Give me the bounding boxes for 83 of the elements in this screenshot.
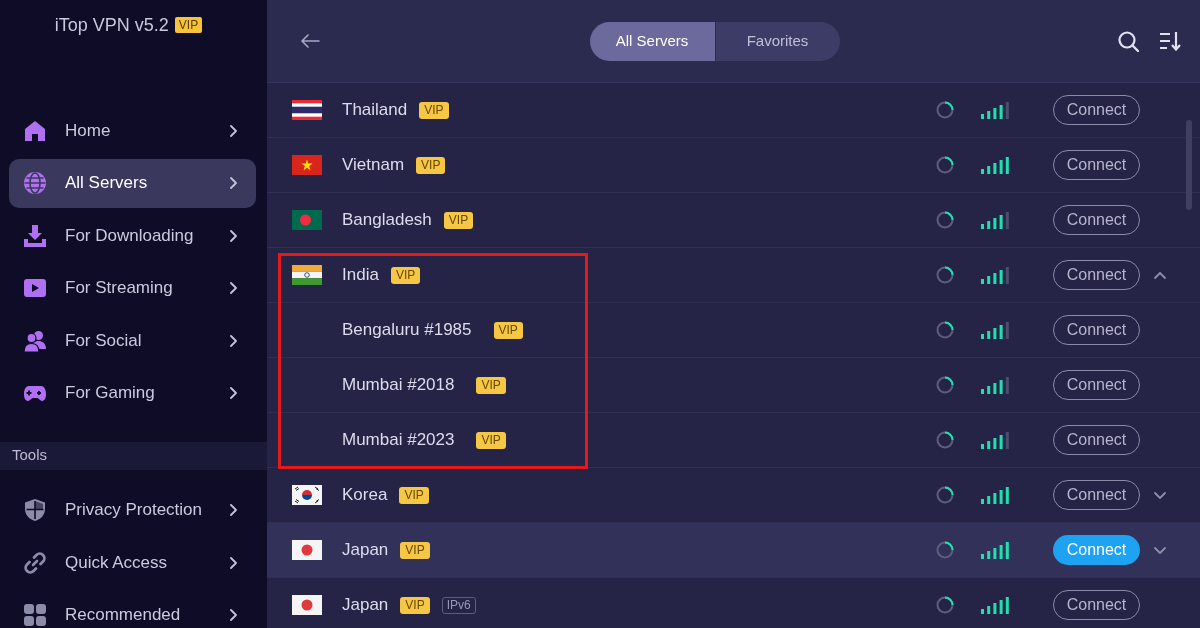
server-name: Korea bbox=[342, 484, 388, 507]
loading-ring-icon bbox=[936, 211, 954, 229]
vip-badge: VIP bbox=[476, 431, 506, 449]
server-name: Vietnam bbox=[342, 154, 405, 177]
chevron-right-icon bbox=[229, 609, 238, 621]
chevron-right-icon bbox=[229, 177, 238, 189]
chevron-right-icon bbox=[229, 556, 238, 569]
server-row[interactable]: Japan VIP IPv6 Connect bbox=[267, 578, 1200, 628]
server-name: India bbox=[342, 264, 379, 287]
tab[interactable]: All Servers bbox=[589, 21, 715, 61]
vip-badge: VIP bbox=[390, 266, 421, 284]
vip-badge: VIP bbox=[493, 321, 523, 339]
flag-icon bbox=[292, 100, 322, 120]
server-row[interactable]: Bangladesh VIP Connect bbox=[267, 193, 1200, 248]
loading-ring-icon bbox=[936, 431, 954, 449]
sidebar-item[interactable]: For Streaming bbox=[9, 263, 256, 313]
section-header: Tools bbox=[0, 441, 267, 470]
vip-badge: VIP bbox=[419, 101, 449, 119]
flag-icon bbox=[292, 595, 322, 615]
chevron-right-icon bbox=[229, 504, 238, 516]
sidebar-item[interactable]: Recommended bbox=[9, 590, 256, 628]
sidebar-item[interactable]: All Servers bbox=[9, 158, 256, 208]
home-icon bbox=[23, 118, 47, 143]
loading-ring-icon bbox=[936, 321, 954, 339]
vip-badge: VIP bbox=[174, 17, 203, 33]
server-row[interactable]: Mumbai #2023 VIP Connect bbox=[267, 413, 1200, 468]
server-row[interactable]: Thailand VIP Connect bbox=[267, 83, 1200, 138]
shield-icon bbox=[23, 498, 47, 522]
globe-icon bbox=[23, 171, 47, 195]
flag-icon bbox=[292, 155, 322, 175]
server-name: Japan bbox=[342, 594, 389, 617]
loading-ring-icon bbox=[936, 101, 954, 119]
flag-icon bbox=[292, 210, 322, 230]
app-title: iTop VPN v5.2 bbox=[54, 13, 169, 37]
search-button[interactable] bbox=[1116, 29, 1140, 53]
loading-ring-icon bbox=[936, 376, 954, 394]
play-screen-icon bbox=[23, 276, 47, 300]
sort-button[interactable] bbox=[1158, 29, 1182, 53]
flag-icon bbox=[292, 540, 322, 560]
chevron-right-icon bbox=[229, 387, 238, 399]
flag-icon bbox=[292, 265, 322, 285]
server-name: Bengaluru #1985 bbox=[342, 319, 472, 342]
protocol-tag: IPv6 bbox=[441, 596, 476, 614]
link-icon bbox=[23, 550, 47, 575]
sort-icon bbox=[1159, 31, 1181, 51]
vip-badge: VIP bbox=[399, 486, 429, 504]
server-row[interactable]: India VIP Connect bbox=[267, 248, 1200, 303]
server-name: Mumbai #2023 bbox=[342, 429, 455, 452]
sidebar-item[interactable]: For Downloading bbox=[9, 211, 256, 260]
grid-icon bbox=[23, 603, 47, 627]
vip-badge: VIP bbox=[400, 596, 430, 614]
vip-badge: VIP bbox=[400, 541, 430, 559]
server-row[interactable]: Bengaluru #1985 VIP Connect bbox=[267, 303, 1200, 358]
chevron-right-icon bbox=[229, 229, 238, 242]
users-icon bbox=[23, 328, 47, 353]
scrollbar[interactable] bbox=[1186, 120, 1192, 210]
sidebar-item[interactable]: Privacy Protection bbox=[9, 485, 256, 535]
vip-badge: VIP bbox=[476, 376, 506, 394]
server-name: Japan bbox=[342, 539, 389, 562]
chevron-right-icon bbox=[229, 124, 238, 137]
chevron-right-icon bbox=[229, 282, 238, 294]
server-row[interactable]: Mumbai #2018 VIP Connect bbox=[267, 358, 1200, 413]
download-icon bbox=[23, 223, 47, 248]
back-arrow-icon bbox=[300, 34, 320, 48]
server-name: Bangladesh bbox=[342, 209, 432, 232]
vip-badge: VIP bbox=[443, 211, 474, 229]
sidebar-item[interactable]: Quick Access bbox=[9, 538, 256, 587]
sidebar-item[interactable]: Home bbox=[9, 106, 256, 155]
loading-ring-icon bbox=[936, 486, 954, 504]
sidebar-item[interactable]: For Social bbox=[9, 316, 256, 365]
loading-ring-icon bbox=[936, 596, 954, 614]
sidebar-item[interactable]: For Gaming bbox=[9, 368, 256, 418]
search-icon bbox=[1117, 30, 1139, 52]
loading-ring-icon bbox=[936, 541, 954, 559]
server-name: Mumbai #2018 bbox=[342, 374, 455, 397]
tab[interactable]: Favorites bbox=[714, 21, 840, 61]
server-name: Thailand bbox=[342, 99, 408, 122]
vip-badge: VIP bbox=[416, 156, 446, 174]
flag-icon bbox=[292, 485, 322, 505]
loading-ring-icon bbox=[936, 266, 954, 284]
chevron-right-icon bbox=[229, 334, 238, 347]
server-row[interactable]: Japan VIP Connect bbox=[267, 523, 1200, 578]
loading-ring-icon bbox=[936, 156, 954, 174]
